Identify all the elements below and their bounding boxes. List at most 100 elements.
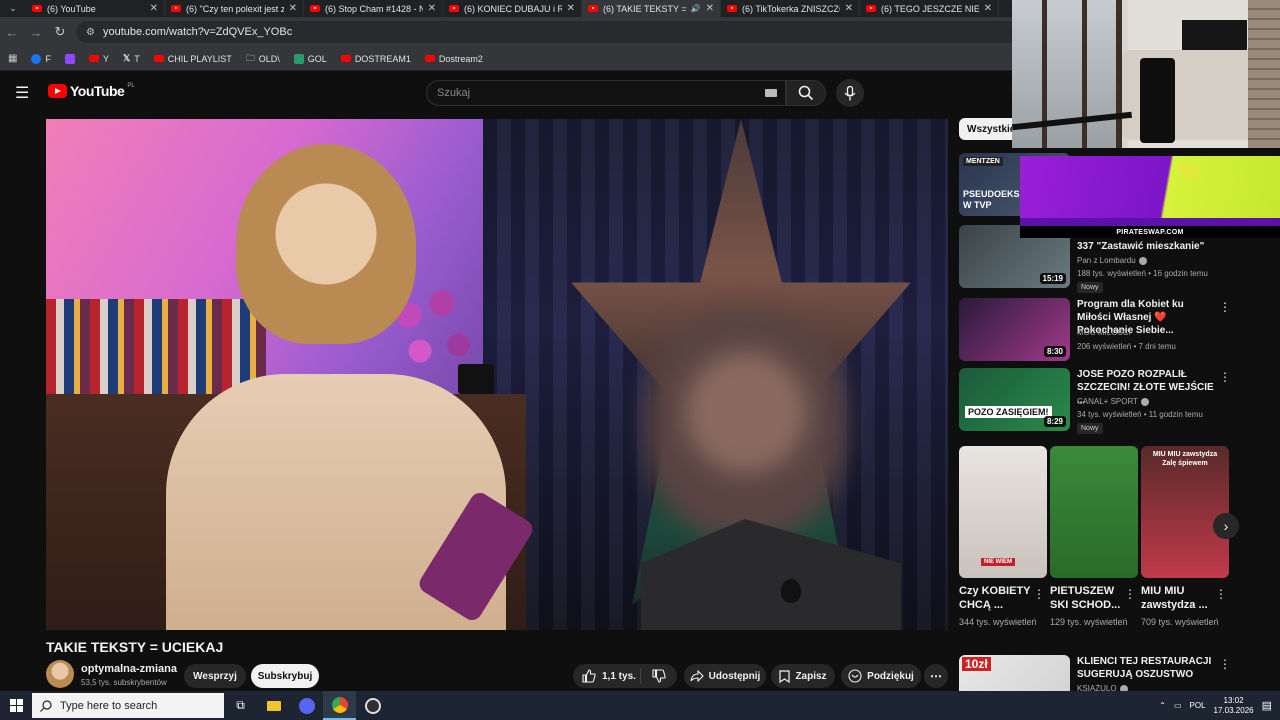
short-item[interactable]: NIE WIEM Czy KOBIETY CHCĄ ... 344 tys. w… <box>959 446 1047 628</box>
bookmark-x[interactable]: 𝕏T <box>123 53 140 64</box>
browser-tab[interactable]: (6) TEGO JESZCZE NIE BY ✕ <box>860 0 999 17</box>
task-view-icon: ⧉ <box>236 698 245 712</box>
channel-name[interactable]: MOC MIŁOŚCI <box>1077 328 1131 337</box>
tray-chevron-icon[interactable]: ⌃ <box>1159 701 1166 710</box>
bookmark-label: OLD\ <box>258 53 280 64</box>
browser-tab[interactable]: (6) TikTokerka ZNISZCZO ✕ <box>721 0 860 17</box>
channel-name[interactable]: Pan z Lombardu <box>1077 256 1136 265</box>
close-tab-icon[interactable]: ✕ <box>706 3 714 14</box>
channel-name[interactable]: CANAL+ SPORT <box>1077 397 1138 406</box>
video-thumbnail: POZO ZASIĘGIEM! 8:29 <box>959 368 1070 431</box>
close-tab-icon[interactable]: ✕ <box>150 3 158 14</box>
short-thumbnail-text: NIE WIEM <box>981 558 1015 566</box>
forward-icon[interactable]: → <box>24 25 48 40</box>
chrome-icon <box>331 696 348 713</box>
back-icon[interactable]: ← <box>0 25 24 40</box>
more-options-icon[interactable]: ⋮ <box>1215 587 1227 601</box>
youtube-icon <box>424 55 435 62</box>
discord-button[interactable] <box>290 691 323 720</box>
more-icon: ⋯ <box>930 669 942 683</box>
tab-title: (6) YouTube <box>47 3 96 14</box>
recommendation-item[interactable]: POZO ZASIĘGIEM! 8:29 JOSE POZO ROZPALIŁ … <box>959 368 1239 434</box>
channel-name[interactable]: optymalna-zmiana <box>81 663 177 675</box>
youtube-logo[interactable]: YouTube PL <box>48 83 135 99</box>
video-meta: 188 tys. wyświetleń • 16 godzin temu <box>1077 269 1208 278</box>
webcam-overlay <box>1012 0 1280 148</box>
browser-tab-active[interactable]: (6) TAKIE TEKSTY = UC 🔊 ✕ <box>582 0 721 17</box>
language-indicator[interactable]: POL <box>1190 701 1206 710</box>
close-tab-icon[interactable]: ✕ <box>289 3 297 14</box>
more-options-icon[interactable]: ⋮ <box>1219 657 1231 671</box>
more-options-icon[interactable]: ⋮ <box>1124 587 1136 601</box>
like-count: 1,1 tys. <box>602 670 636 682</box>
close-tab-icon[interactable]: ✕ <box>984 3 992 14</box>
like-button[interactable]: 1,1 tys. <box>573 668 641 684</box>
subscribe-button[interactable]: Subskrybuj <box>251 664 319 688</box>
more-options-icon[interactable]: ⋮ <box>1219 300 1231 314</box>
browser-tab[interactable]: (6) Stop Cham #1428 - N ✕ <box>304 0 443 17</box>
share-icon <box>690 670 704 682</box>
dislike-button[interactable] <box>641 669 677 683</box>
bookmark-twitch[interactable] <box>64 53 75 64</box>
browser-tab[interactable]: (6) "Czy ten polexit jest z ✕ <box>165 0 304 17</box>
bookmark-dostream2[interactable]: Dostream2 <box>424 54 483 64</box>
save-button[interactable]: Zapisz <box>771 664 835 688</box>
search-input[interactable]: Szukaj <box>426 80 786 106</box>
bookmark-youtube[interactable]: Y <box>88 54 109 64</box>
chrome-button[interactable] <box>323 691 356 720</box>
start-button[interactable] <box>0 691 32 720</box>
bookmark-folder-old[interactable]: 🗀 OLD\ <box>246 51 280 67</box>
notifications-icon[interactable]: ▤ <box>1262 699 1272 712</box>
close-tab-icon[interactable]: ✕ <box>845 3 853 14</box>
video-meta: 206 wyświetleń • 7 dni temu <box>1077 342 1176 351</box>
bookmark-gol[interactable]: GOL <box>293 53 327 64</box>
facebook-icon <box>31 53 42 64</box>
browser-tab[interactable]: (6) KONIEC DUBAJU i REK ✕ <box>443 0 582 17</box>
super-thanks-icon <box>848 669 862 683</box>
bookmark-label: T <box>134 53 140 64</box>
speaker-icon[interactable]: 🔊 <box>691 4 701 13</box>
obs-button[interactable] <box>356 691 389 720</box>
short-item[interactable]: PIETUSZEW SKI SCHOD... 129 tys. wyświetl… <box>1050 446 1138 628</box>
clock-date: 17.03.2026 <box>1213 705 1254 715</box>
bookmark-label: CHIL PLAYLIST <box>167 53 232 64</box>
clock[interactable]: 13:02 17.03.2026 <box>1214 696 1254 716</box>
video-player[interactable] <box>46 119 948 630</box>
apps-grid-icon[interactable]: ▦ <box>8 53 17 64</box>
close-tab-icon[interactable]: ✕ <box>567 3 575 14</box>
bookmark-facebook[interactable]: F <box>31 53 51 64</box>
video-meta: 34 tys. wyświetleń • 11 godzin temu <box>1077 410 1203 419</box>
tab-search-icon[interactable]: ⌄ <box>0 0 26 17</box>
support-button[interactable]: Wesprzyj <box>184 664 246 688</box>
menu-icon[interactable]: ☰ <box>15 83 29 103</box>
youtube-favicon-icon <box>32 5 42 12</box>
recommendation-item[interactable]: 8:30 Program dla Kobiet ku Miłości Własn… <box>959 298 1239 364</box>
share-button[interactable]: Udostępnij <box>684 664 766 688</box>
browser-tab[interactable]: (6) YouTube ✕ <box>26 0 165 17</box>
reload-icon[interactable]: ↻ <box>48 24 72 40</box>
tab-title: (6) TEGO JESZCZE NIE BY <box>881 3 979 14</box>
bookmark-chil-playlist[interactable]: CHIL PLAYLIST <box>153 53 232 64</box>
short-item[interactable]: MIU MIU zawstydza Zalę śpiewem MIU MIU z… <box>1141 446 1229 628</box>
x-icon: 𝕏 <box>122 53 131 63</box>
network-icon[interactable]: ▭ <box>1174 701 1182 710</box>
task-view-button[interactable]: ⧉ <box>224 691 257 720</box>
more-options-icon[interactable]: ⋮ <box>1033 587 1045 601</box>
taskbar-search-input[interactable]: Type here to search <box>32 693 224 718</box>
keyboard-icon[interactable] <box>765 89 777 97</box>
channel-avatar[interactable] <box>46 660 74 688</box>
bookmark-label: F <box>45 53 51 64</box>
webcam-tv <box>1182 20 1247 50</box>
shorts-next-button[interactable]: › <box>1213 513 1239 539</box>
more-actions-button[interactable]: ⋯ <box>924 664 948 688</box>
voice-search-button[interactable] <box>836 79 864 107</box>
bookmark-dostream1[interactable]: DOSTREAM1 <box>340 54 411 64</box>
more-options-icon[interactable]: ⋮ <box>1219 370 1231 384</box>
thanks-button[interactable]: Podziękuj <box>841 664 921 688</box>
url-input[interactable]: ⚙ youtube.com/watch?v=ZdQVEx_YOBc <box>76 21 1056 43</box>
close-tab-icon[interactable]: ✕ <box>428 3 436 14</box>
search-button[interactable] <box>786 80 826 106</box>
site-info-icon[interactable]: ⚙ <box>86 27 95 38</box>
file-explorer-button[interactable] <box>257 691 290 720</box>
thanks-label: Podziękuj <box>867 670 914 682</box>
